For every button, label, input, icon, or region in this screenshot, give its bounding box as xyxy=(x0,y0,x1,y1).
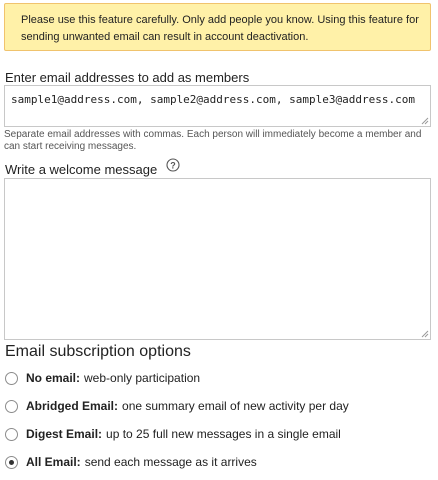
option-name: All Email: xyxy=(26,455,81,469)
members-hint: Separate email addresses with commas. Ea… xyxy=(4,129,422,152)
option-all-email[interactable]: All Email: send each message as it arriv… xyxy=(5,453,257,471)
warning-banner: Please use this feature carefully. Only … xyxy=(4,3,431,51)
option-digest-email[interactable]: Digest Email: up to 25 full new messages… xyxy=(5,425,341,443)
option-name: Digest Email: xyxy=(26,427,103,441)
option-abridged-email[interactable]: Abridged Email: one summary email of new… xyxy=(5,397,349,415)
subscription-title: Email subscription options xyxy=(5,343,191,360)
members-label: Enter email addresses to add as members xyxy=(5,70,250,85)
members-email-value: sample1@address.com, sample2@address.com… xyxy=(11,93,415,106)
option-no-email[interactable]: No email: web-only participation xyxy=(5,369,200,387)
option-desc: up to 25 full new messages in a single e… xyxy=(106,427,341,441)
option-desc: web-only participation xyxy=(84,371,201,385)
option-desc: one summary email of new activity per da… xyxy=(122,399,349,413)
option-name: No email: xyxy=(26,371,81,385)
members-email-input[interactable]: sample1@address.com, sample2@address.com… xyxy=(4,85,431,127)
radio-digest-email[interactable] xyxy=(5,427,18,441)
radio-all-email[interactable] xyxy=(5,455,18,469)
welcome-label: Write a welcome message xyxy=(5,162,158,177)
option-name: Abridged Email: xyxy=(26,399,119,413)
radio-no-email[interactable] xyxy=(5,371,18,385)
resize-grip-icon[interactable] xyxy=(421,117,429,125)
svg-text:?: ? xyxy=(170,161,176,171)
radio-abridged-email[interactable] xyxy=(5,399,18,413)
welcome-message-textarea[interactable] xyxy=(4,178,431,340)
question-circle-icon[interactable]: ? xyxy=(166,158,180,172)
option-desc: send each message as it arrives xyxy=(84,455,257,469)
warning-text: Please use this feature carefully. Only … xyxy=(21,14,419,43)
resize-grip-icon[interactable] xyxy=(421,330,429,338)
